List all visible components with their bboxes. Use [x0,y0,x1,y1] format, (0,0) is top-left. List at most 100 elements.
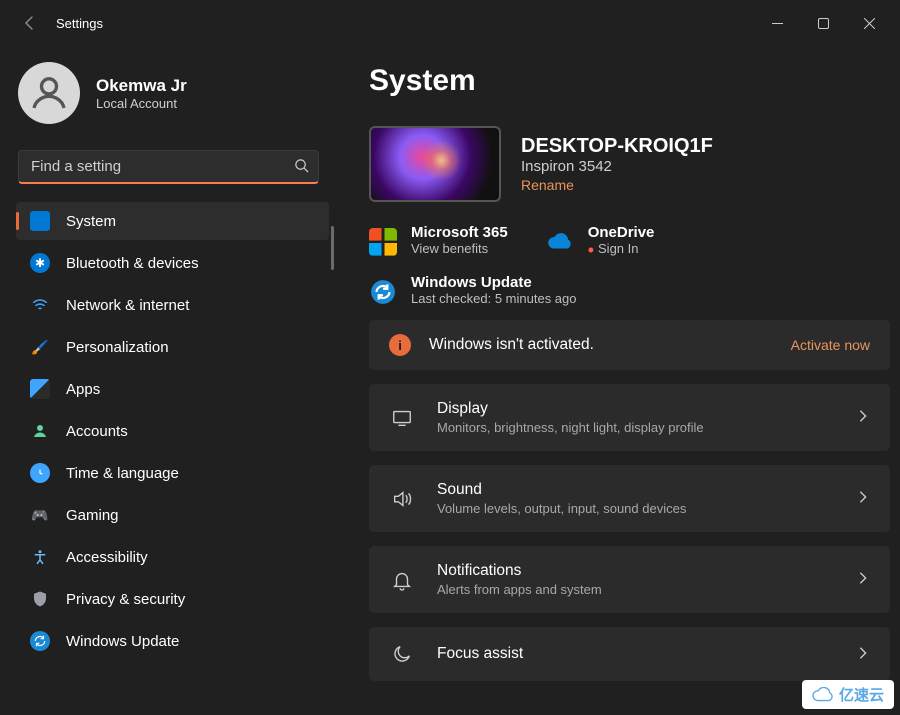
setting-item-sound[interactable]: Sound Volume levels, output, input, soun… [369,465,890,532]
status-sub: View benefits [411,241,508,256]
search-container [18,150,319,184]
sidebar-item-label: Accessibility [66,549,148,566]
apps-icon [30,379,50,399]
status-windows-update[interactable]: Windows Update Last checked: 5 minutes a… [369,274,896,306]
status-sub: •Sign In [588,241,655,256]
device-wallpaper-thumb [369,126,501,202]
setting-item-notifications[interactable]: Notifications Alerts from apps and syste… [369,546,890,613]
status-m365[interactable]: Microsoft 365 View benefits [369,224,508,256]
shield-icon [30,589,50,609]
setting-item-display[interactable]: Display Monitors, brightness, night ligh… [369,384,890,451]
sidebar-scrollbar[interactable] [331,226,334,270]
setting-item-focus-assist[interactable]: Focus assist [369,627,890,681]
sidebar-item-label: Network & internet [66,297,189,314]
setting-sub: Alerts from apps and system [437,582,602,597]
sidebar-item-gaming[interactable]: 🎮 Gaming [16,496,329,534]
minimize-icon [772,18,783,29]
sidebar-item-time[interactable]: Time & language [16,454,329,492]
update-icon [30,631,50,651]
setting-title: Sound [437,481,686,499]
brush-icon: 🖌️ [30,337,50,357]
info-icon: i [389,334,411,356]
profile-sub: Local Account [96,96,187,111]
chevron-right-icon [856,646,870,663]
alert-message: Windows isn't activated. [429,336,594,354]
bell-icon [389,569,415,591]
sidebar-item-bluetooth[interactable]: ✱ Bluetooth & devices [16,244,329,282]
display-icon [389,407,415,429]
clock-icon [30,463,50,483]
system-icon [30,211,50,231]
status-sub: Last checked: 5 minutes ago [411,291,577,306]
sidebar-item-label: Bluetooth & devices [66,255,199,272]
profile-name: Okemwa Jr [96,76,187,96]
main-content: System DESKTOP-KROIQ1F Inspiron 3542 Ren… [335,46,900,715]
search-input[interactable] [18,150,319,184]
window-title: Settings [50,16,103,31]
status-title: Windows Update [411,274,577,291]
sidebar-item-personalization[interactable]: 🖌️ Personalization [16,328,329,366]
nav: System ✱ Bluetooth & devices Network & i… [16,202,335,660]
moon-icon [389,643,415,665]
sidebar-item-label: Accounts [66,423,128,440]
watermark: 亿速云 [802,680,894,709]
setting-sub: Volume levels, output, input, sound devi… [437,501,686,516]
sidebar-item-accessibility[interactable]: Accessibility [16,538,329,576]
sound-icon [389,488,415,510]
search-icon [294,158,309,176]
maximize-icon [818,18,829,29]
sidebar-item-windows-update[interactable]: Windows Update [16,622,329,660]
close-icon [864,18,875,29]
activate-now-link[interactable]: Activate now [791,337,870,353]
window-controls [754,7,892,39]
status-title: Microsoft 365 [411,224,508,241]
bluetooth-icon: ✱ [30,253,50,273]
device-name: DESKTOP-KROIQ1F [521,135,713,158]
setting-sub: Monitors, brightness, night light, displ… [437,420,704,435]
sidebar-item-label: Time & language [66,465,179,482]
sidebar-item-apps[interactable]: Apps [16,370,329,408]
wifi-icon [30,295,50,315]
back-button[interactable] [10,3,50,43]
chevron-right-icon [856,571,870,588]
accounts-icon [30,421,50,441]
page-title: System [369,64,896,98]
gaming-icon: 🎮 [30,505,50,525]
device-block: DESKTOP-KROIQ1F Inspiron 3542 Rename [369,126,896,202]
cloud-icon [812,687,834,703]
sidebar-item-label: System [66,213,116,230]
close-button[interactable] [846,7,892,39]
windows-update-icon [369,278,397,306]
chevron-right-icon [856,490,870,507]
rename-link[interactable]: Rename [521,177,574,193]
activation-alert[interactable]: i Windows isn't activated. Activate now [369,320,890,370]
minimize-button[interactable] [754,7,800,39]
titlebar: Settings [0,0,900,46]
onedrive-icon [546,228,574,256]
status-title: OneDrive [588,224,655,241]
device-model: Inspiron 3542 [521,158,713,175]
status-onedrive[interactable]: OneDrive •Sign In [546,224,655,256]
sidebar-item-label: Apps [66,381,100,398]
profile-block[interactable]: Okemwa Jr Local Account [16,56,335,144]
back-arrow-icon [22,15,38,31]
sidebar: Okemwa Jr Local Account System ✱ Bluetoo… [0,46,335,715]
person-icon [29,73,69,113]
setting-title: Focus assist [437,645,523,663]
sidebar-item-label: Privacy & security [66,591,185,608]
sidebar-item-accounts[interactable]: Accounts [16,412,329,450]
sidebar-item-network[interactable]: Network & internet [16,286,329,324]
sidebar-item-label: Gaming [66,507,119,524]
sidebar-item-label: Windows Update [66,633,179,650]
avatar [18,62,80,124]
maximize-button[interactable] [800,7,846,39]
chevron-right-icon [856,409,870,426]
sidebar-item-privacy[interactable]: Privacy & security [16,580,329,618]
sidebar-item-system[interactable]: System [16,202,329,240]
accessibility-icon [30,547,50,567]
status-row: Microsoft 365 View benefits OneDrive •Si… [369,224,896,256]
setting-title: Notifications [437,562,602,580]
setting-title: Display [437,400,704,418]
sidebar-item-label: Personalization [66,339,169,356]
microsoft-365-icon [369,228,397,256]
